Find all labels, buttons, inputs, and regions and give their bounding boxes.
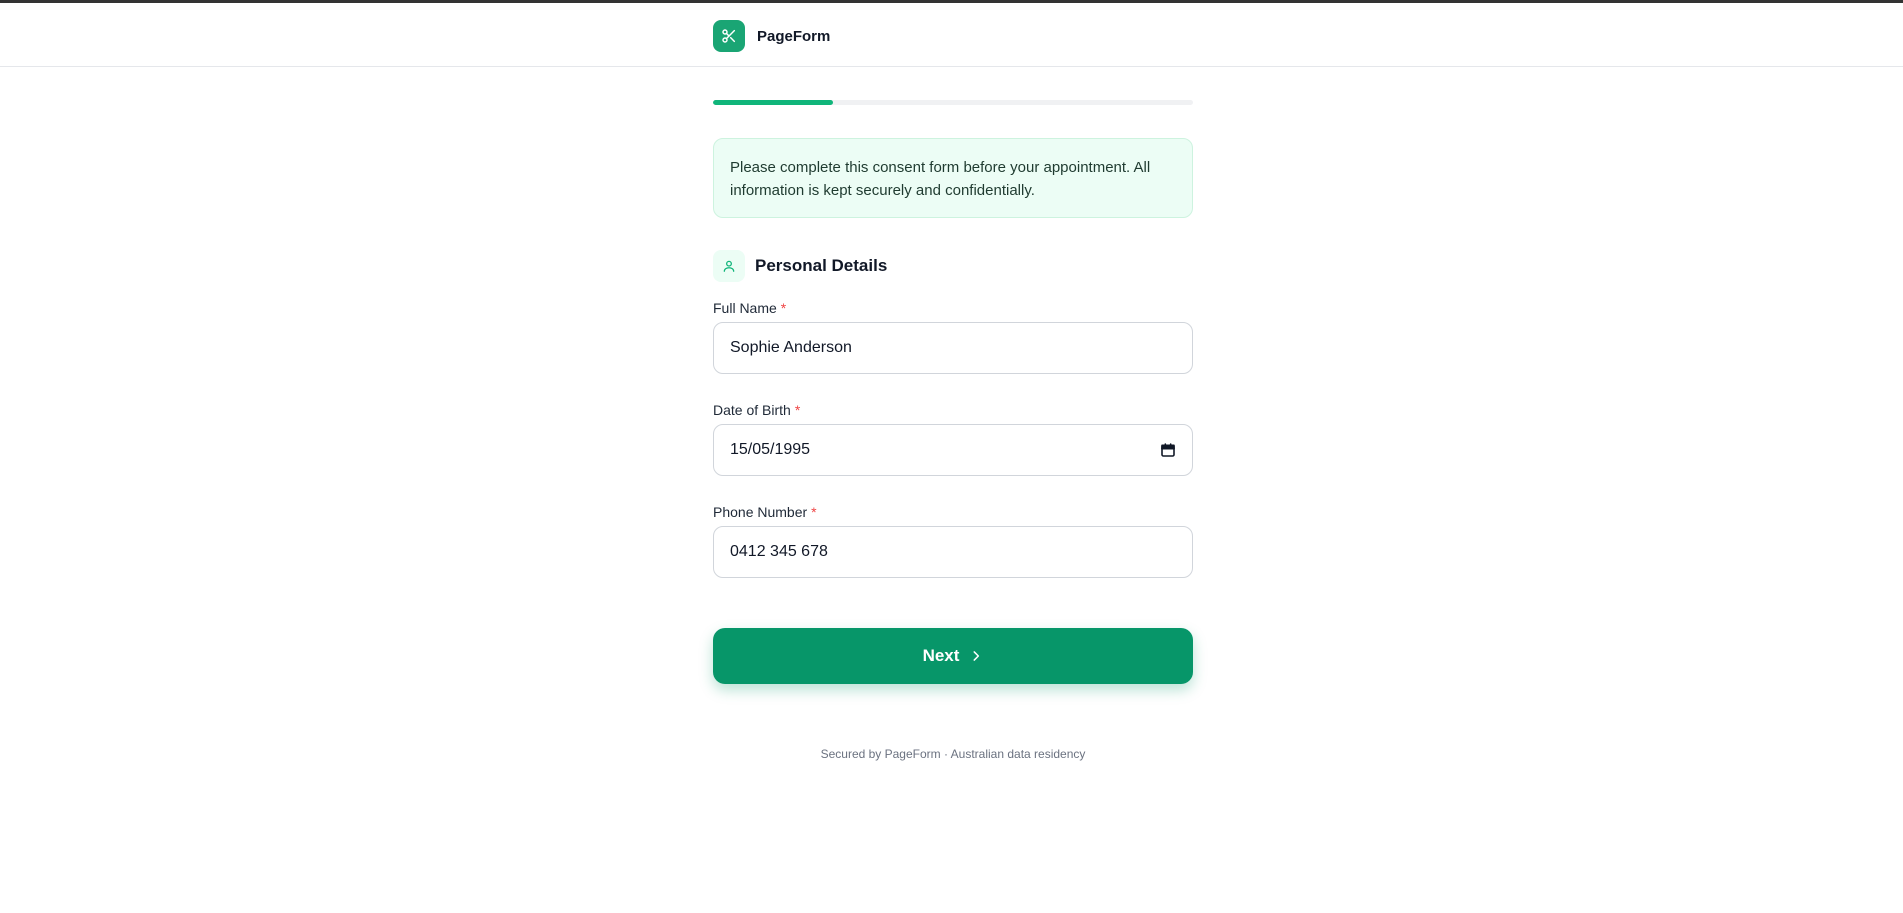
progress-fill: [713, 100, 833, 105]
section-title: Personal Details: [755, 256, 888, 275]
chevron-right-icon: [973, 651, 980, 661]
full-name-input[interactable]: Sophie Anderson: [713, 322, 1193, 374]
phone-number-label: Phone Number *: [713, 502, 1193, 522]
date-of-birth-label: Date of Birth *: [713, 400, 1193, 420]
app-header: PageForm: [0, 3, 1903, 67]
full-name-label-text: Full Name: [713, 300, 777, 316]
footer-note: Secured by PageForm · Australian data re…: [820, 747, 1086, 761]
phone-number-value: 0412 345 678: [730, 543, 828, 560]
full-name-field: Full Name * Sophie Anderson: [713, 298, 1193, 374]
info-notice: Please complete this consent form before…: [713, 138, 1193, 218]
full-name-label: Full Name *: [713, 298, 1193, 318]
phone-number-input[interactable]: 0412 345 678: [713, 526, 1193, 578]
brand-name: PageForm: [757, 27, 831, 45]
scissors-icon: [722, 29, 736, 43]
full-name-value: Sophie Anderson: [730, 339, 852, 356]
info-text: Please complete this consent form before…: [730, 159, 1151, 199]
next-button[interactable]: Next: [713, 628, 1193, 684]
section-header: Personal Details: [713, 250, 887, 282]
section-icon-box: [713, 250, 745, 282]
next-button-label: Next: [922, 646, 960, 665]
date-of-birth-input[interactable]: 15/05/1995: [713, 424, 1193, 476]
date-of-birth-label-text: Date of Birth: [713, 402, 791, 418]
phone-number-label-text: Phone Number: [713, 504, 808, 520]
progress-bar: [713, 100, 1193, 105]
logo: [713, 20, 745, 52]
date-of-birth-value: 15/05/1995: [730, 441, 811, 458]
date-of-birth-field: Date of Birth * 15/05/1995: [713, 400, 1193, 476]
required-mark: *: [794, 402, 801, 418]
user-icon: [723, 260, 735, 272]
brand: PageForm: [713, 20, 830, 52]
required-mark: *: [780, 300, 787, 316]
required-mark: *: [811, 504, 817, 520]
calendar-icon[interactable]: [1160, 442, 1176, 458]
phone-number-field: Phone Number * 0412 345 678: [713, 502, 1193, 578]
